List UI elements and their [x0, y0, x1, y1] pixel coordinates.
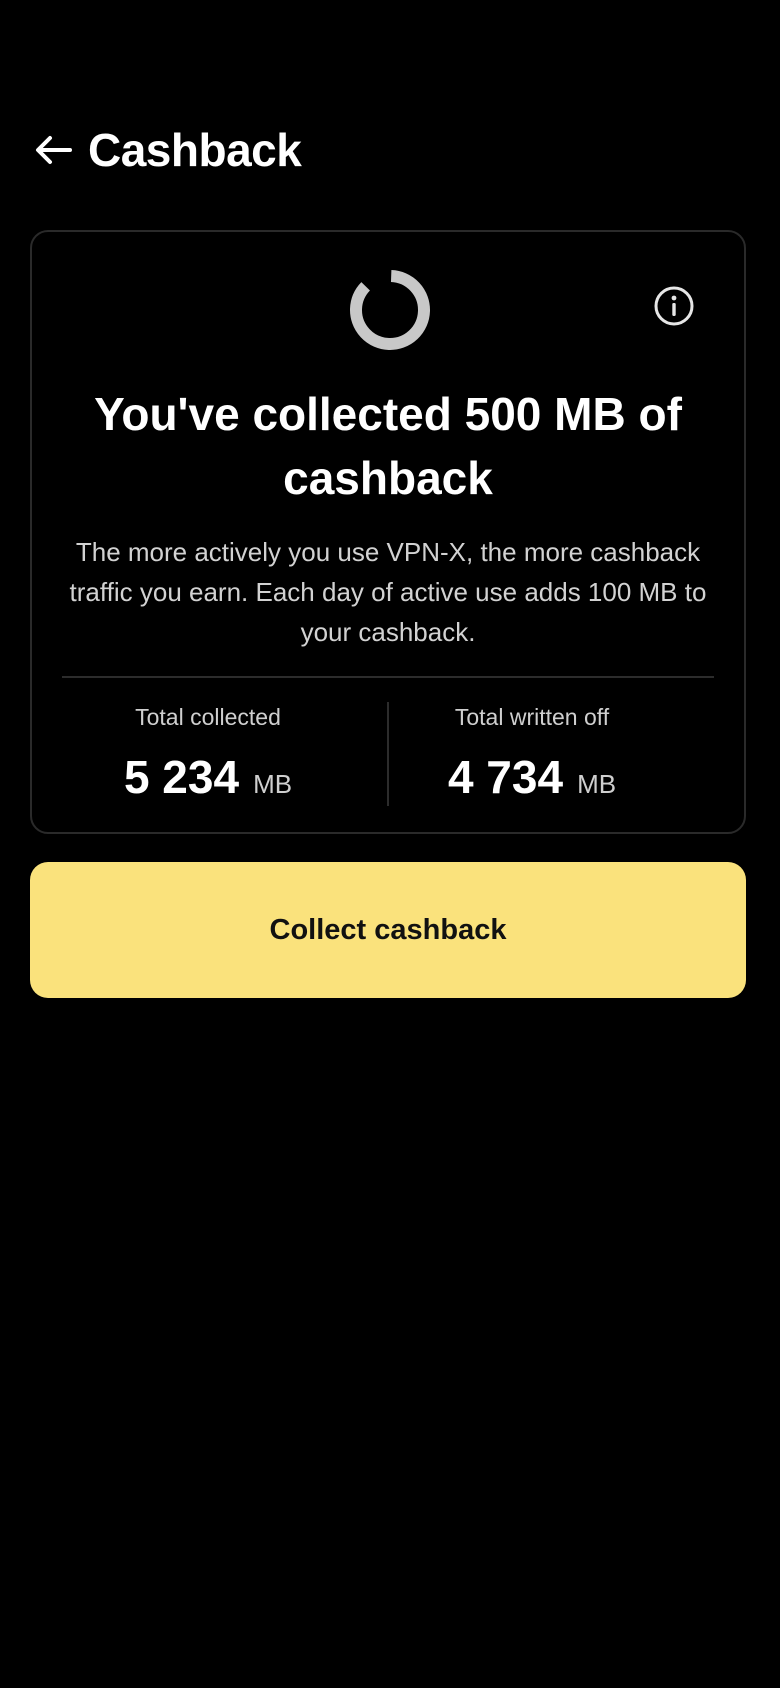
stat-total-written-off: Total written off 4 734 MB [372, 702, 692, 804]
app-header: Cashback [32, 118, 302, 182]
stat-label: Total written off [454, 704, 610, 730]
stat-label: Total collected [135, 704, 281, 730]
collect-cashback-button[interactable]: Collect cashback [30, 862, 746, 998]
info-icon[interactable] [652, 284, 696, 328]
stat-value: 4 734 [447, 751, 564, 803]
cashback-description: The more actively you use VPN-X, the mor… [69, 537, 707, 647]
cashback-heading: You've collected 500 MB of cashback [94, 388, 682, 504]
card-divider [62, 676, 714, 678]
page-title: Cashback [88, 124, 302, 176]
stat-unit: MB [253, 769, 293, 799]
progress-ring-icon [350, 270, 430, 350]
stat-unit: MB [577, 769, 617, 799]
cashback-card: You've collected 500 MB of cashback The … [30, 230, 746, 834]
stat-value: 5 234 [123, 751, 240, 803]
arrow-left-icon[interactable] [32, 128, 76, 172]
stat-total-collected: Total collected 5 234 MB [48, 702, 368, 804]
